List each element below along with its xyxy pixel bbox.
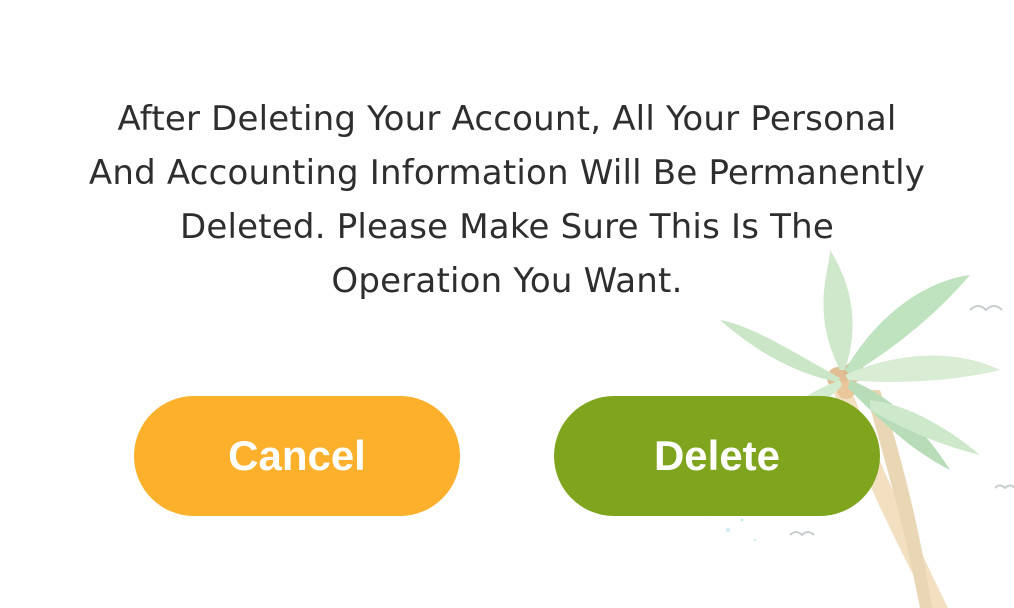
message-line-1: After Deleting Your Account, All Your Pe… (117, 99, 897, 139)
delete-button[interactable]: Delete (554, 396, 880, 516)
cancel-button[interactable]: Cancel (134, 396, 460, 516)
delete-account-dialog: After Deleting Your Account, All Your Pe… (0, 0, 1014, 608)
message-line-4: Operation You Want. (331, 261, 683, 301)
confirmation-message: After Deleting Your Account, All Your Pe… (60, 92, 954, 308)
message-line-2: And Accounting Information Will Be Perma… (88, 153, 926, 193)
message-line-3: Deleted. Please Make Sure This Is The (180, 207, 834, 247)
